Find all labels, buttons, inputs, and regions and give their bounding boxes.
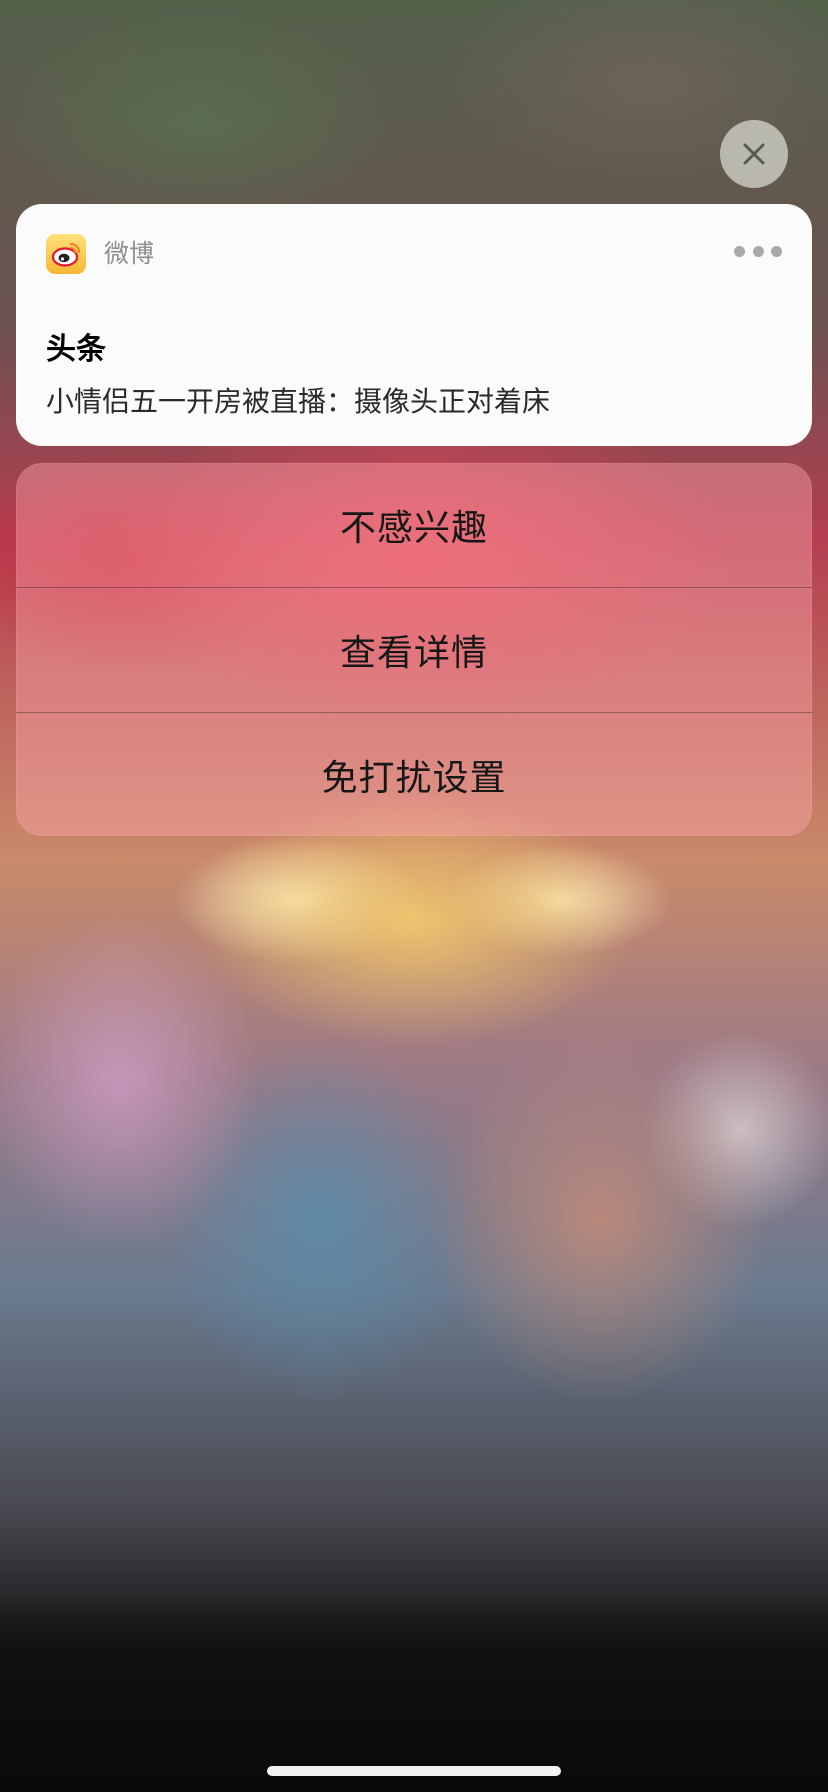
notification-card[interactable]: 微博 头条 小情侣五一开房被直播：摄像头正对着床 (16, 204, 812, 446)
do-not-disturb-settings-button[interactable]: 免打扰设置 (16, 713, 812, 836)
close-icon (743, 143, 765, 165)
action-menu: 不感兴趣 查看详情 免打扰设置 (16, 463, 812, 836)
not-interested-button[interactable]: 不感兴趣 (16, 463, 812, 587)
dot (734, 245, 745, 257)
blurred-dock (0, 1592, 828, 1792)
screen: 微博 头条 小情侣五一开房被直播：摄像头正对着床 不感兴趣 查看详情 免打扰设置 (0, 0, 828, 1792)
home-indicator[interactable] (267, 1766, 561, 1776)
close-button[interactable] (720, 120, 788, 188)
notification-body: 小情侣五一开房被直播：摄像头正对着床 (46, 385, 551, 418)
ellipsis-icon[interactable] (734, 244, 782, 258)
notification-title: 头条 (46, 332, 106, 367)
view-details-button[interactable]: 查看详情 (16, 588, 812, 712)
weibo-logo-icon (46, 234, 86, 274)
dot (752, 245, 764, 257)
dot (771, 245, 782, 257)
app-name: 微博 (104, 239, 155, 268)
